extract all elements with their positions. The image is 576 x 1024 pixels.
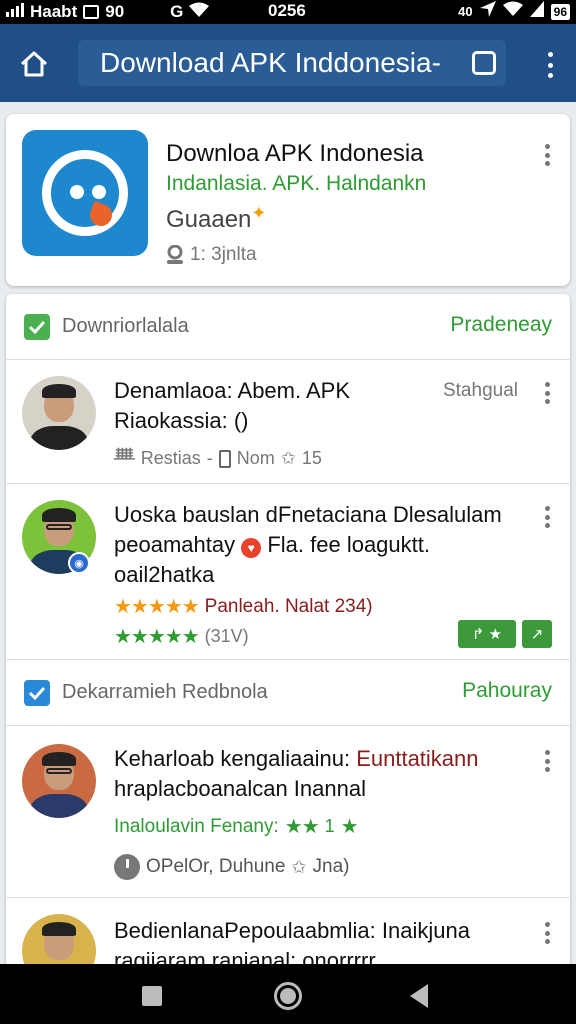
item-overflow-menu-icon[interactable] [542, 382, 552, 404]
item-title[interactable]: Denamlaoa: Abem. APK [114, 376, 350, 406]
home-icon [20, 51, 48, 77]
item-subtitle-b: Fla. fee loaguktt. [267, 532, 430, 557]
separator: - [206, 448, 213, 468]
page-title: Download APK Inddonesia- [100, 47, 441, 78]
item-title-a: Keharloab kengaliaainu: [114, 746, 351, 771]
system-nav-bar [0, 964, 576, 1024]
item-title[interactable]: Keharloab kengaliaainu: Eunttatikann [114, 744, 479, 774]
avatar[interactable] [22, 376, 96, 450]
item-subtitle: peoamahtay ♥ Fla. fee loaguktt. [114, 530, 430, 560]
item-subtitle: Riaokassia: () [114, 408, 249, 433]
section-label: Dekarramieh Redbnola [62, 681, 268, 703]
verified-badge-icon: ◉ [68, 552, 90, 574]
wifi-icon [189, 2, 210, 23]
list-item[interactable]: ◉ Uoska bauslan dFnetaciana Dlesalulam p… [6, 484, 570, 660]
item-tag: Stahgual [442, 380, 518, 401]
item-line3: Inaloulavin Fenany: ★★ 1 ★ [114, 814, 359, 839]
home-button[interactable] [14, 46, 54, 82]
clock-icon [114, 854, 140, 880]
featured-overflow-menu-icon[interactable] [542, 144, 552, 166]
item-meta: OPelOr, Duhune ✩ Jna) [114, 854, 349, 880]
item-overflow-menu-icon[interactable] [542, 506, 552, 528]
section-action-link[interactable]: Pradeneay [450, 313, 552, 337]
app-icon[interactable] [22, 130, 148, 256]
item-line3: oail2hatka [114, 562, 215, 587]
item-meta-c: 15 [301, 448, 322, 468]
share-button[interactable]: ↗ [522, 620, 552, 648]
rating-text: Panleah. Nalat 234) [204, 595, 373, 617]
featured-meta-text: 1: 3jnlta [190, 244, 257, 265]
sparkle-icon: ✦ [251, 203, 267, 223]
rating-stars-green: ★★ [284, 816, 320, 838]
star-icon: ✩ [280, 448, 296, 468]
recents-square-icon[interactable] [142, 986, 162, 1006]
phone-icon [218, 449, 231, 468]
rating-count: (31V) [204, 626, 249, 646]
item-meta-b: Jna) [312, 856, 350, 877]
featured-app-title[interactable]: Downloa APK Indonesia [166, 140, 424, 168]
carrier-label: G [170, 2, 184, 21]
item-meta-b: Nom [236, 448, 275, 468]
back-triangle-icon[interactable] [410, 984, 428, 1008]
featured-app-subtitle[interactable]: Indanlasia. APK. Halndankn [166, 172, 426, 196]
item-meta-a: Restias [140, 448, 201, 468]
featured-app-developer: Guaaen✦ [166, 203, 267, 234]
home-circle-icon[interactable] [274, 982, 302, 1010]
item-line3-num: 1 [324, 816, 335, 836]
item-line3-text: Inaloulavin Fenany: [114, 815, 279, 837]
checkbox-icon[interactable] [24, 314, 50, 340]
avatar[interactable] [22, 744, 96, 818]
search-title-bar[interactable]: Download APK Inddonesia- [78, 40, 506, 86]
item-meta-a: OPelOr, Duhune [146, 856, 286, 877]
item-rating-count: ★★★★★ (31V) [114, 624, 249, 649]
like-button[interactable]: ↱ ★ [458, 620, 516, 648]
item-subtitle-a: peoamahtay [114, 532, 236, 557]
location-icon [479, 1, 496, 22]
bookmark-icon[interactable] [472, 51, 496, 75]
item-rating: ★★★★★ Panleah. Nalat 234) [114, 594, 373, 619]
list-item[interactable]: Keharloab kengaliaainu: Eunttatikann hra… [6, 726, 570, 898]
status-notif-text: 90 [105, 2, 125, 21]
download-list: Downriorlalala Pradeneay Denamlaoa: Abem… [6, 294, 570, 974]
featured-app-meta: 1: 3jnlta [166, 244, 257, 266]
wifi-icon-right [502, 1, 523, 22]
more-vert-icon[interactable] [538, 48, 562, 82]
item-title[interactable]: Uoska bauslan dFnetaciana Dlesalulam [114, 500, 502, 530]
developer-name: Guaaen [166, 206, 252, 233]
status-bar: Haabt 90 G 0256 40 96 [0, 0, 576, 24]
checkbox-icon[interactable] [24, 680, 50, 706]
notification-icon [83, 5, 100, 19]
section-header-downloads: Downriorlalala Pradeneay [6, 294, 570, 360]
user-icon [167, 245, 183, 264]
status-left-text: Haabt [30, 2, 78, 21]
section-header-recommended: Dekarramieh Redbnola Pahouray [6, 660, 570, 726]
list-item[interactable]: BedienlanaPepoulaabmlia: Inaikjuna ragii… [6, 898, 570, 974]
battery-icon: 96 [550, 3, 570, 20]
list-item[interactable]: Denamlaoa: Abem. APK Riaokassia: () Stah… [6, 360, 570, 484]
rating-stars: ★★★★★ [114, 596, 200, 618]
clock: 0256 [268, 1, 306, 20]
rating-star-half: ★ [340, 816, 359, 838]
item-title-b: Eunttatikann [356, 746, 479, 771]
item-subtitle: hraplacboanalcan Inannal [114, 776, 366, 801]
section-action-link[interactable]: Pahouray [462, 679, 552, 703]
item-title[interactable]: BedienlanaPepoulaabmlia: Inaikjuna [114, 916, 470, 946]
heart-icon: ♥ [241, 538, 262, 558]
app-bar: Download APK Inddonesia- [0, 24, 576, 102]
signal-icon [6, 2, 24, 22]
cell-signal-icon [529, 1, 544, 22]
status-right-text: 40 [458, 4, 473, 19]
item-overflow-menu-icon[interactable] [542, 750, 552, 772]
star-icon: ✩ [291, 856, 307, 877]
item-meta: ᚙ Restias - Nom ✩ 15 [114, 448, 322, 469]
rating-stars-green: ★★★★★ [114, 626, 200, 648]
item-overflow-menu-icon[interactable] [542, 922, 552, 944]
grid-icon: ᚙ [114, 448, 135, 468]
section-label: Downriorlalala [62, 315, 189, 337]
featured-app-card[interactable]: Downloa APK Indonesia Indanlasia. APK. H… [6, 114, 570, 286]
